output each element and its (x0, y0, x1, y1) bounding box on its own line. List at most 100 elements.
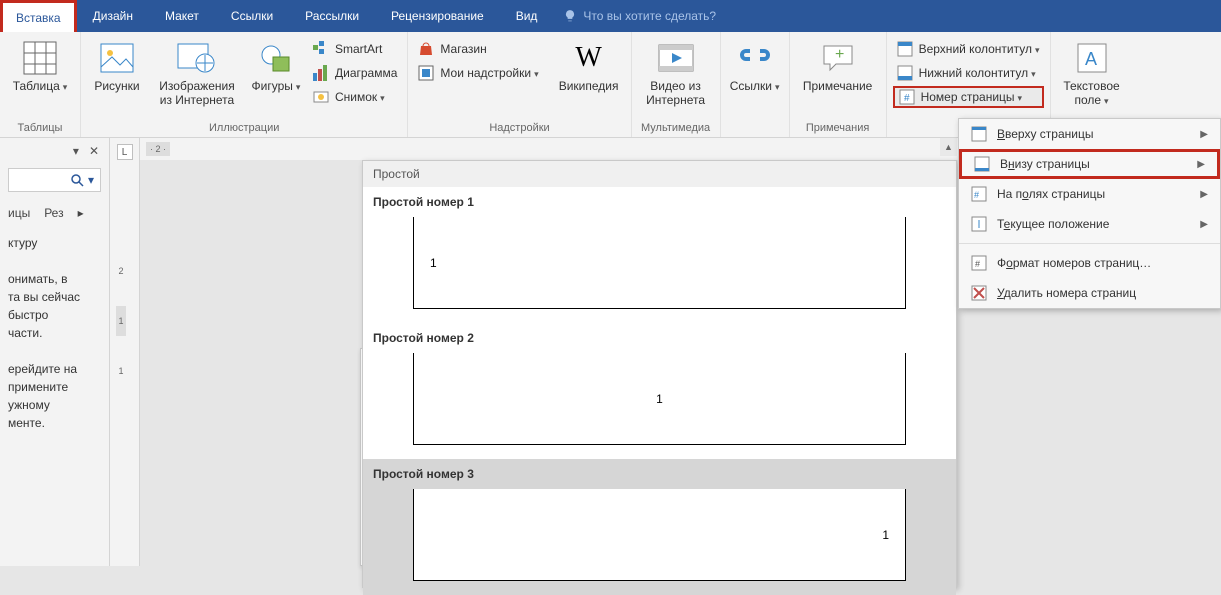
store-button[interactable]: Магазин (414, 38, 542, 60)
screenshot-label: Снимок (335, 90, 385, 104)
chart-label: Диаграмма (335, 66, 397, 80)
wikipedia-label: Википедия (559, 80, 619, 94)
tab-mailings[interactable]: Рассылки (289, 0, 375, 32)
group-tables: Таблица Таблицы (0, 32, 81, 137)
gallery-item-2[interactable]: Простой номер 2 1 (363, 323, 956, 459)
footer-button[interactable]: Нижний колонтитул (893, 62, 1044, 84)
pn-remove[interactable]: Удалить номера страниц (959, 278, 1220, 308)
pn-bottom-label: Внизу страницы (1000, 157, 1090, 171)
gallery-heading: Простой (363, 161, 956, 187)
nav-tab-pages[interactable]: ицы (8, 206, 30, 220)
myaddins-label: Мои надстройки (440, 66, 538, 80)
pn-margins-label: На полях страницы (997, 187, 1105, 201)
links-label: Ссылки (730, 80, 780, 94)
tab-stop-icon[interactable]: L (117, 144, 133, 160)
online-pictures-icon (177, 38, 217, 78)
page-number-gallery: Простой Простой номер 1 1 Простой номер … (362, 160, 957, 588)
tab-view[interactable]: Вид (500, 0, 554, 32)
video-button[interactable]: Видео из Интернета (638, 34, 714, 108)
svg-text:#: # (975, 259, 980, 269)
tab-insert[interactable]: Вставка (0, 0, 77, 32)
textbox-button[interactable]: A Текстовое поле (1057, 34, 1127, 108)
chart-icon (313, 65, 329, 81)
shapes-label: Фигуры (252, 80, 301, 94)
scroll-up-icon[interactable]: ▲ (940, 138, 957, 156)
lightbulb-icon (563, 9, 577, 23)
gallery-item-2-preview: 1 (413, 353, 906, 445)
nav-tab-results[interactable]: Рез (44, 206, 63, 220)
search-icon (70, 173, 84, 187)
pn-current-icon (971, 216, 987, 232)
svg-text:A: A (1085, 49, 1097, 69)
online-pictures-button[interactable]: Изображения из Интернета (151, 34, 243, 108)
myaddins-icon (418, 65, 434, 81)
pn-margins-icon: # (971, 186, 987, 202)
table-label: Таблица (13, 80, 68, 94)
table-button[interactable]: Таблица (6, 34, 74, 94)
pn-top-label: Вверху страницы (997, 127, 1093, 141)
tab-references[interactable]: Ссылки (215, 0, 289, 32)
group-comments: + Примечание Примечания (790, 32, 887, 137)
vertical-ruler: 2 1 1 (110, 166, 132, 376)
svg-text:+: + (835, 46, 844, 63)
svg-text:#: # (974, 190, 979, 200)
gallery-item-2-title: Простой номер 2 (373, 331, 946, 345)
ruler-corner: L 2 1 1 (110, 138, 140, 566)
pn-top-of-page[interactable]: Вверху страницы ▶ (959, 119, 1220, 149)
tab-layout[interactable]: Макет (149, 0, 215, 32)
nav-text-1: ктуру (8, 234, 101, 252)
group-illustrations-label: Иллюстрации (209, 120, 279, 137)
gallery-item-3-title: Простой номер 3 (373, 467, 946, 481)
myaddins-button[interactable]: Мои надстройки (414, 62, 542, 84)
wikipedia-icon: W (569, 38, 609, 78)
smartart-icon (313, 41, 329, 57)
nav-body: ктуру онимать, в та вы сейчас быстро час… (0, 224, 109, 442)
pn-page-margins[interactable]: # На полях страницы ▶ (959, 179, 1220, 209)
comment-button[interactable]: + Примечание (796, 34, 880, 94)
chart-button[interactable]: Диаграмма (309, 62, 401, 84)
nav-collapse-icon[interactable]: ▾ (73, 144, 79, 158)
page-number-menu: Вверху страницы ▶ Внизу страницы ▶ # На … (958, 118, 1221, 309)
nav-tab-more[interactable]: ▸ (78, 206, 84, 220)
tab-design[interactable]: Дизайн (77, 0, 149, 32)
smartart-button[interactable]: SmartArt (309, 38, 401, 60)
pn-bottom-icon (974, 156, 990, 172)
nav-text-3: ерейдите на примените ужному менте. (8, 360, 101, 432)
group-links: Ссылки (721, 32, 790, 137)
comment-icon: + (818, 38, 858, 78)
shapes-icon (256, 38, 296, 78)
screenshot-button[interactable]: Снимок (309, 86, 401, 108)
group-illustrations: Рисунки Изображения из Интернета Фигуры … (81, 32, 408, 137)
group-tables-label: Таблицы (18, 120, 63, 137)
wikipedia-button[interactable]: W Википедия (553, 34, 625, 94)
pn-top-icon (971, 126, 987, 142)
textbox-label: Текстовое поле (1063, 80, 1119, 108)
pn-format[interactable]: # Формат номеров страниц… (959, 248, 1220, 278)
tab-review[interactable]: Рецензирование (375, 0, 500, 32)
menu-separator (959, 243, 1220, 244)
table-icon (20, 38, 60, 78)
page-number-button[interactable]: #Номер страницы (893, 86, 1044, 108)
tell-me[interactable]: Что вы хотите сделать? (563, 9, 716, 23)
group-addins-label: Надстройки (489, 120, 549, 137)
pn-bottom-of-page[interactable]: Внизу страницы ▶ (959, 149, 1220, 179)
chevron-right-icon: ▶ (1197, 159, 1205, 170)
pn-remove-icon (971, 285, 987, 301)
footer-label: Нижний колонтитул (919, 66, 1036, 80)
pictures-button[interactable]: Рисунки (87, 34, 147, 94)
links-button[interactable]: Ссылки (727, 34, 783, 94)
chevron-right-icon: ▶ (1200, 189, 1208, 200)
nav-close-icon[interactable]: ✕ (89, 144, 99, 158)
video-icon (656, 38, 696, 78)
header-icon (897, 41, 913, 57)
header-button[interactable]: Верхний колонтитул (893, 38, 1044, 60)
shapes-button[interactable]: Фигуры (247, 34, 305, 94)
nav-search[interactable]: ▾ (8, 168, 101, 192)
svg-text:#: # (904, 93, 910, 104)
gallery-item-3[interactable]: Простой номер 3 1 (363, 459, 956, 595)
nav-text-2: онимать, в та вы сейчас быстро части. (8, 270, 101, 342)
gallery-item-1[interactable]: Простой номер 1 1 (363, 187, 956, 323)
pn-current-position[interactable]: Текущее положение ▶ (959, 209, 1220, 239)
smartart-label: SmartArt (335, 42, 382, 56)
group-links-label (753, 120, 756, 137)
